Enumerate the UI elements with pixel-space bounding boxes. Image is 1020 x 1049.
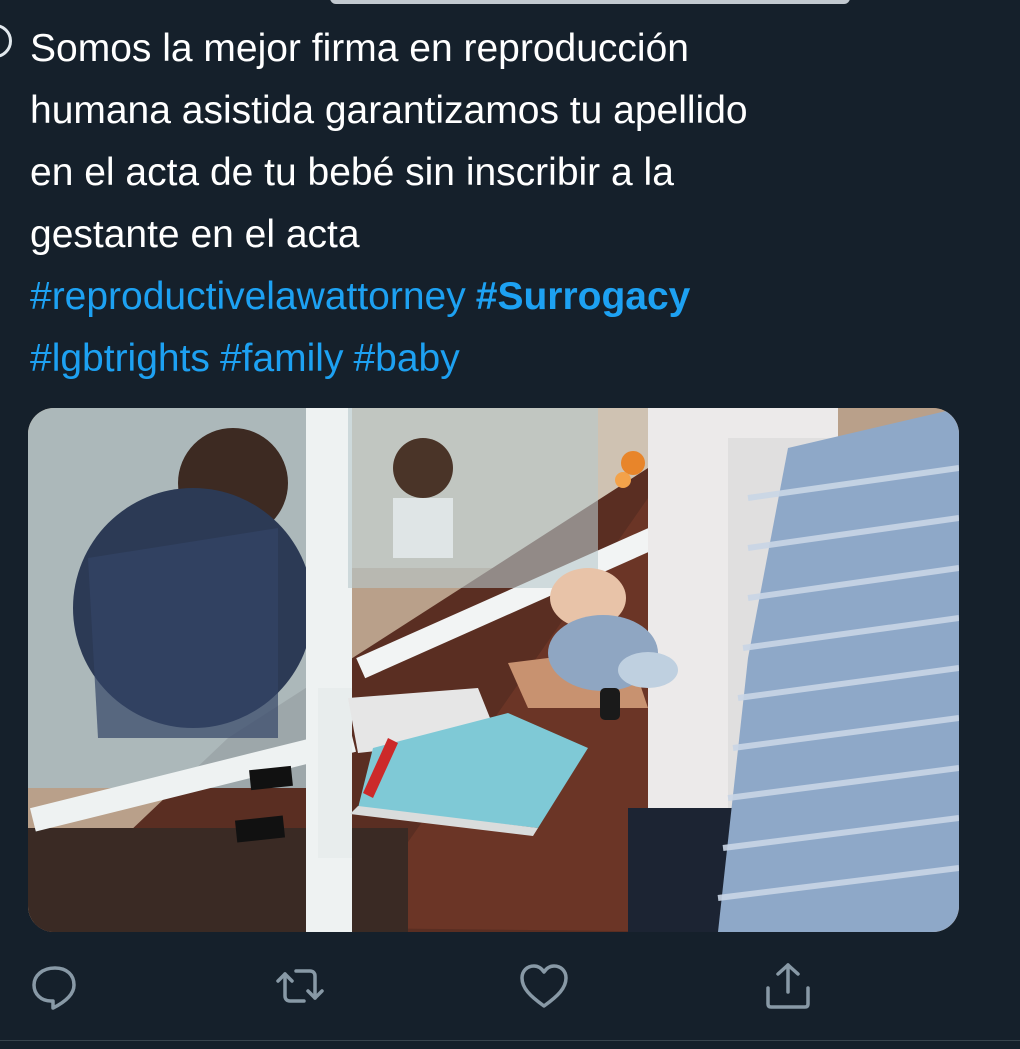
tweet-body: Somos la mejor firma en reproducción hum… <box>30 27 748 256</box>
share-button[interactable] <box>760 960 816 1012</box>
hashtag-list: #reproductivelawattorney #Surrogacy #lgbt… <box>30 266 990 390</box>
tweet-actions <box>0 960 1020 1012</box>
photo-illustration <box>28 408 959 932</box>
previous-tweet-cutoff <box>330 0 850 4</box>
retweet-icon <box>276 969 324 1003</box>
speech-bubble-icon <box>32 966 76 1010</box>
like-button[interactable] <box>516 960 572 1012</box>
avatar[interactable] <box>0 24 12 58</box>
share-icon <box>766 963 810 1009</box>
tweet-text: Somos la mejor firma en reproducción hum… <box>30 18 990 390</box>
hashtag-link[interactable]: #baby <box>353 337 459 380</box>
hashtag-link[interactable]: #reproductivelawattorney <box>30 275 466 318</box>
tweet-photo[interactable] <box>28 408 959 932</box>
retweet-button[interactable] <box>272 960 328 1012</box>
heart-icon <box>520 964 568 1008</box>
divider <box>0 1040 1020 1041</box>
hashtag-link[interactable]: #lgbtrights <box>30 337 210 380</box>
hashtag-link[interactable]: #family <box>220 337 344 380</box>
reply-button[interactable] <box>27 960 83 1012</box>
hashtag-link[interactable]: #Surrogacy <box>476 275 691 318</box>
